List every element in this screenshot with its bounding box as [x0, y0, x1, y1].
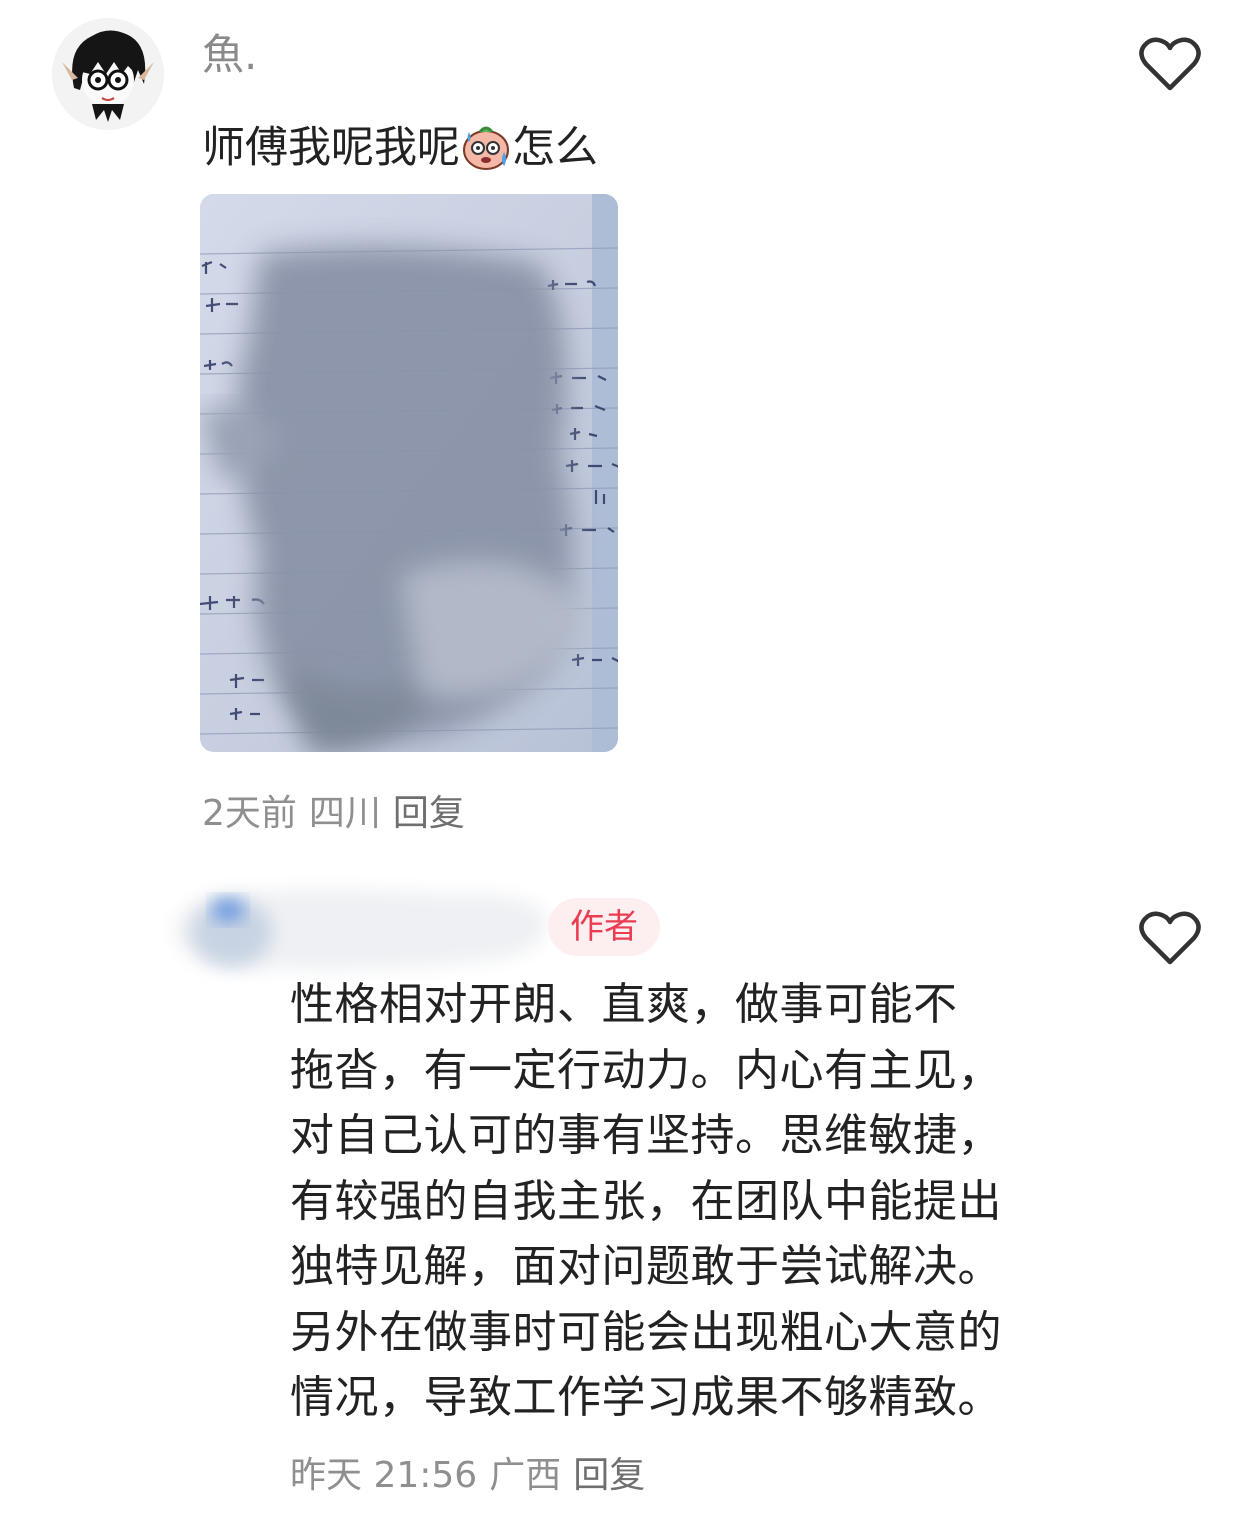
comment-text-line: 情况，导致工作学习成果不够精致。: [290, 1372, 1002, 1423]
reply-button[interactable]: 回复: [573, 1455, 645, 1496]
comment-text: 性格相对开朗、直爽，做事可能不 拖沓，有一定行动力。内心有主见， 对自己认可的事…: [290, 972, 1090, 1431]
comment-text-part: 怎么: [512, 123, 598, 173]
heart-outline-icon: [1139, 911, 1201, 965]
avatar[interactable]: [52, 18, 164, 130]
comment-text-line: 性格相对开朗、直爽，做事可能不: [290, 979, 958, 1030]
comment-meta: 2天前 四川 回复: [202, 792, 477, 836]
like-button[interactable]: [1138, 908, 1202, 968]
comment-location: 广西: [489, 1455, 562, 1496]
like-button[interactable]: [1138, 34, 1202, 94]
sweating-face-emoji-icon: [460, 122, 512, 172]
comment-text-line: 有较强的自我主张，在团队中能提出: [290, 1175, 1002, 1227]
comment-meta: 昨天 21:56 广西 回复: [290, 1454, 657, 1498]
comment-text-part: 师傅我呢我呢: [202, 123, 460, 173]
comment-text: 师傅我呢我呢 怎么: [202, 120, 598, 176]
comment-photo[interactable]: [200, 194, 618, 752]
comment-text-line: 独特见解，面对问题敢于尝试解决。: [290, 1241, 1002, 1292]
author-badge: 作者: [548, 898, 660, 956]
username[interactable]: 魚.: [202, 34, 257, 76]
comment-thread: 魚. 师傅我呢我呢 怎么 2天前 四川 回复 作者 性格相对开朗、直爽，做事可能…: [0, 0, 1256, 1528]
comment-location: 四川: [308, 793, 381, 834]
redacted-author-name-and-avatar: [160, 876, 560, 984]
reply-button[interactable]: 回复: [393, 793, 465, 834]
heart-outline-icon: [1139, 37, 1201, 91]
comment-text-line: 另外在做事时可能会出现粗心大意的: [290, 1306, 1002, 1358]
comment-text-line: 拖沓，有一定行动力。内心有主见，: [290, 1044, 1002, 1096]
comment-text-line: 对自己认可的事有坚持。思维敏捷，: [290, 1110, 1002, 1161]
comment-time: 2天前: [202, 793, 297, 834]
comment-time: 昨天 21:56: [290, 1455, 478, 1496]
